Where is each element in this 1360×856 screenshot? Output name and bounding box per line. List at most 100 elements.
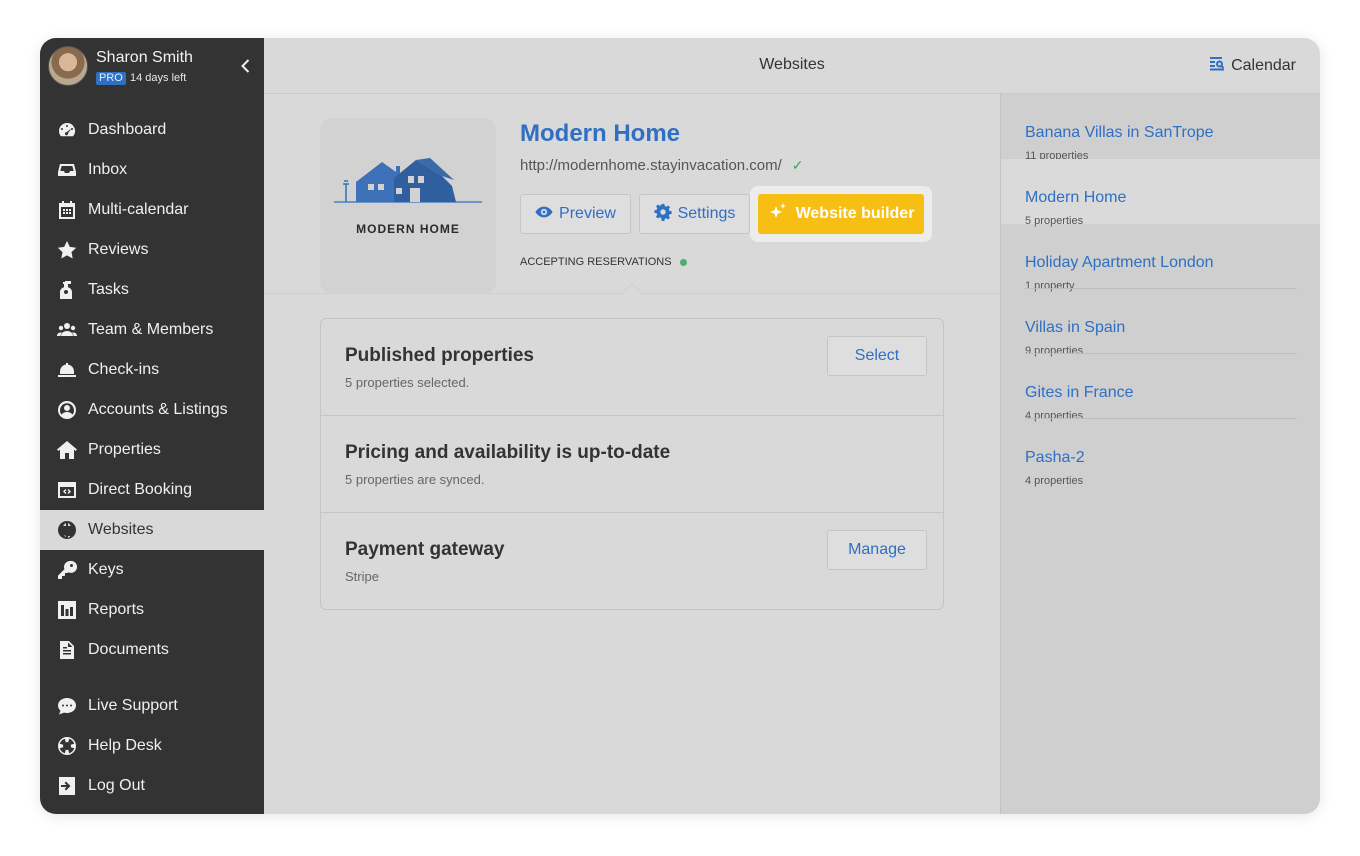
- payment-gateway-row: Payment gateway Stripe Manage: [321, 513, 943, 610]
- top-bar: Websites Calendar: [264, 38, 1320, 94]
- bar-chart-icon: [56, 599, 78, 621]
- sidebar-item-label: Dashboard: [88, 121, 167, 138]
- row-subtitle: 5 properties are synced.: [345, 472, 485, 487]
- sidebar-item-keys[interactable]: Keys: [40, 550, 264, 590]
- pro-badge: PRO: [96, 72, 126, 85]
- calendar-label: Calendar: [1231, 56, 1296, 74]
- sidebar-item-label: Accounts & Listings: [88, 401, 228, 418]
- website-name: Gites in France: [1025, 384, 1134, 401]
- sidebar-item-label: Websites: [88, 521, 154, 538]
- row-title: Payment gateway: [345, 539, 505, 560]
- website-builder-label: Website builder: [795, 205, 915, 222]
- website-name: Modern Home: [1025, 189, 1127, 206]
- chevron-left-icon[interactable]: [238, 58, 254, 74]
- sidebar-item-label: Properties: [88, 441, 161, 458]
- code-window-icon: [56, 479, 78, 501]
- website-header: MODERN HOME Modern Home http://modernhom…: [264, 94, 1000, 303]
- row-subtitle: Stripe: [345, 569, 379, 584]
- sidebar-item-label: Documents: [88, 641, 169, 658]
- sidebar-item-multi-calendar[interactable]: Multi-calendar: [40, 190, 264, 230]
- property-count: 4 properties: [1025, 475, 1084, 487]
- logout-icon: [56, 775, 78, 797]
- website-list-item[interactable]: Gites in France 4 properties: [1001, 354, 1320, 422]
- calendar-button[interactable]: Calendar: [1209, 55, 1296, 76]
- website-title: Modern Home: [520, 120, 681, 147]
- sidebar-item-log-out[interactable]: Log Out: [40, 766, 264, 806]
- sidebar-item-label: Keys: [88, 561, 124, 578]
- users-icon: [56, 319, 78, 341]
- page-title: Websites: [759, 56, 825, 73]
- sidebar-item-accounts[interactable]: Accounts & Listings: [40, 390, 264, 430]
- website-url: http://modernhome.stayinvacation.com/ ✓: [520, 157, 804, 174]
- sidebar-bottom-nav: Live Support Help Desk Log Out: [40, 686, 264, 806]
- website-builder-button[interactable]: Website builder: [758, 194, 924, 234]
- house-logo-icon: [334, 158, 482, 203]
- app-window: Sharon Smith PRO 14 days left Dashboard …: [40, 38, 1320, 814]
- sidebar-item-label: Multi-calendar: [88, 201, 189, 218]
- section-pointer: [622, 283, 642, 303]
- status-dot: [679, 258, 687, 266]
- sidebar-item-properties[interactable]: Properties: [40, 430, 264, 470]
- sidebar-item-label: Tasks: [88, 281, 129, 298]
- sidebar-item-label: Team & Members: [88, 321, 214, 338]
- key-icon: [56, 559, 78, 581]
- globe-icon: [56, 519, 78, 541]
- gear-icon: [654, 203, 672, 226]
- website-list-item-active[interactable]: Modern Home 5 properties: [1001, 159, 1320, 227]
- row-title: Pricing and availability is up-to-date: [345, 442, 671, 463]
- sidebar-item-direct-booking[interactable]: Direct Booking: [40, 470, 264, 510]
- sidebar-item-label: Reports: [88, 601, 145, 618]
- sidebar-item-reviews[interactable]: Reviews: [40, 230, 264, 270]
- eye-icon: [535, 203, 553, 226]
- trial-days-left: 14 days left: [130, 72, 187, 84]
- sidebar-nav: Dashboard Inbox Multi-calendar Reviews T…: [40, 110, 264, 670]
- website-name: Holiday Apartment London: [1025, 254, 1214, 271]
- sidebar-item-help-desk[interactable]: Help Desk: [40, 726, 264, 766]
- sidebar-item-tasks[interactable]: Tasks: [40, 270, 264, 310]
- sidebar-item-team[interactable]: Team & Members: [40, 310, 264, 350]
- sidebar-item-live-support[interactable]: Live Support: [40, 686, 264, 726]
- home-icon: [56, 439, 78, 461]
- tasks-icon: [56, 279, 78, 301]
- preview-label: Preview: [559, 205, 616, 222]
- select-button[interactable]: Select: [827, 336, 927, 376]
- website-name: Villas in Spain: [1025, 319, 1126, 336]
- settings-label: Settings: [677, 205, 736, 222]
- sidebar-item-label: Check-ins: [88, 361, 160, 378]
- user-name: Sharon Smith: [96, 49, 193, 66]
- sidebar-item-reports[interactable]: Reports: [40, 590, 264, 630]
- avatar[interactable]: [48, 46, 88, 86]
- chat-icon: [56, 695, 78, 717]
- user-circle-icon: [56, 399, 78, 421]
- document-icon: [56, 639, 78, 661]
- website-list-item[interactable]: Pasha-2 4 properties: [1001, 419, 1320, 487]
- published-properties-row: Published properties 5 properties select…: [321, 319, 943, 416]
- lifebuoy-icon: [56, 735, 78, 757]
- preview-button[interactable]: Preview: [520, 194, 631, 234]
- sidebar-item-inbox[interactable]: Inbox: [40, 150, 264, 190]
- website-list-item[interactable]: Holiday Apartment London 1 property: [1001, 224, 1320, 292]
- sidebar-item-label: Direct Booking: [88, 481, 193, 498]
- website-list-item[interactable]: Villas in Spain 9 properties: [1001, 289, 1320, 357]
- website-url-text[interactable]: http://modernhome.stayinvacation.com/: [520, 157, 782, 174]
- website-logo: MODERN HOME: [320, 118, 496, 294]
- calendar-grid-icon: [56, 199, 78, 221]
- settings-button[interactable]: Settings: [639, 194, 750, 234]
- sidebar-item-label: Inbox: [88, 161, 128, 178]
- sidebar-item-dashboard[interactable]: Dashboard: [40, 110, 264, 150]
- sidebar-item-label: Reviews: [88, 241, 149, 258]
- row-title: Published properties: [345, 345, 534, 366]
- sidebar-item-websites[interactable]: Websites: [40, 510, 264, 550]
- reservation-status-text: ACCEPTING RESERVATIONS: [520, 256, 672, 268]
- sidebar: Sharon Smith PRO 14 days left Dashboard …: [40, 38, 264, 814]
- sidebar-item-documents[interactable]: Documents: [40, 630, 264, 670]
- dashboard-icon: [56, 119, 78, 141]
- sidebar-item-check-ins[interactable]: Check-ins: [40, 350, 264, 390]
- user-profile[interactable]: Sharon Smith PRO 14 days left: [48, 46, 256, 86]
- manage-button[interactable]: Manage: [827, 530, 927, 570]
- sidebar-item-label: Log Out: [88, 777, 145, 794]
- star-icon: [56, 239, 78, 261]
- website-status-panel: Published properties 5 properties select…: [320, 318, 944, 610]
- calendar-search-icon: [1209, 55, 1225, 76]
- website-list-item[interactable]: Banana Villas in SanTrope 11 properties: [1001, 94, 1320, 162]
